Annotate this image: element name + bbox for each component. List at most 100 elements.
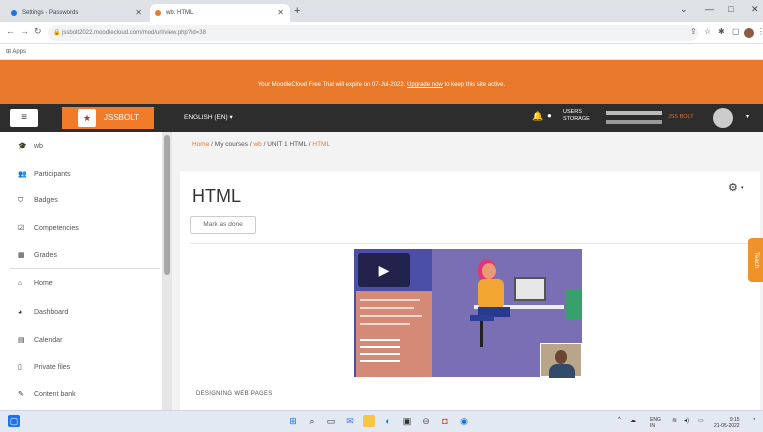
sidebar-item-participants[interactable]: 👥 Participants [18, 170, 71, 178]
star-icon[interactable]: ☆ [704, 27, 711, 36]
apps-grid-icon[interactable]: ⊞ [6, 49, 11, 55]
battery-icon[interactable]: ▭ [698, 417, 704, 424]
page-title: HTML [192, 186, 241, 206]
banner-message: Your MoodleCloud Free Trial will expire … [0, 82, 763, 88]
language-indicator[interactable]: ENG IN [650, 417, 661, 429]
wifi-icon[interactable]: ≋ [672, 417, 677, 424]
menu-dots-icon[interactable]: ⋮ [757, 27, 763, 36]
hamburger-menu-icon[interactable]: ≡ [10, 109, 38, 127]
webcam-overlay [540, 343, 582, 378]
sidebar-item-label: Home [34, 280, 53, 287]
file-explorer-icon[interactable] [363, 415, 375, 427]
sidebar-item-home[interactable]: ⌂ Home [18, 280, 53, 287]
sidebar-item-calendar[interactable]: ▤ Calendar [18, 336, 62, 344]
back-icon[interactable]: ← [6, 26, 15, 36]
users-icon: 👥 [18, 171, 27, 178]
breadcrumb-my-courses[interactable]: My courses [215, 141, 248, 148]
slide-text-line [360, 323, 410, 325]
url-field[interactable]: 🔒 jssbolt2022.moodlecloud.com/mod/url/vi… [48, 25, 698, 41]
upgrade-link[interactable]: Upgrade now [407, 82, 443, 88]
store-icon[interactable]: ▣ [401, 415, 413, 427]
desktop-icon[interactable]: ▢ [8, 415, 20, 427]
sidebar-item-content-bank[interactable]: ✎ Content bank [18, 390, 76, 398]
play-icon[interactable]: ▶ [358, 253, 410, 287]
settings-app-icon[interactable]: ⊖ [420, 415, 432, 427]
volume-icon[interactable]: ◂) [684, 417, 689, 424]
edge-browser-icon[interactable]: ◐ [382, 415, 394, 427]
clock-date: 21-05-2022 [714, 423, 740, 429]
pencil-icon: ✎ [18, 391, 24, 398]
share-icon[interactable]: ⇪ [690, 27, 697, 36]
breadcrumb-unit[interactable]: UNIT 1 HTML [267, 141, 307, 148]
window-close-icon[interactable]: ✕ [751, 4, 759, 15]
browser-tab-active[interactable]: wb: HTML ✕ [150, 4, 290, 22]
sidebar-item-label: Participants [34, 171, 71, 178]
slide-text-line [360, 307, 414, 309]
user-name[interactable]: JSS BOLT [668, 114, 694, 120]
site-logo[interactable]: ★ JSSBOLT [62, 107, 154, 129]
sidebar-item-private-files[interactable]: ▯ Private files [18, 363, 70, 371]
person-head-illustration [482, 263, 496, 279]
site-name: JSSBOLT [104, 113, 139, 122]
sidebar-item-badges[interactable]: ⛉ Badges [18, 197, 58, 205]
chevron-down-icon[interactable]: ⌄ [680, 4, 688, 15]
sidebar-item-wb[interactable]: 🎓 wb [18, 142, 43, 150]
browser-tab-settings[interactable]: Settings - Passwords ✕ [6, 4, 148, 22]
chrome-icon[interactable]: ◉ [458, 415, 470, 427]
sidebar-divider [10, 268, 160, 269]
sidebar-scrollbar-thumb[interactable] [164, 135, 170, 275]
mark-as-done-button[interactable]: Mark as done [190, 216, 256, 234]
profile-avatar[interactable] [744, 28, 754, 38]
maximize-icon[interactable]: □ [728, 4, 733, 14]
avatar[interactable] [713, 108, 733, 128]
address-bar-row: ← → ↻ 🔒 jssbolt2022.moodlecloud.com/mod/… [0, 22, 763, 44]
sidebar-item-label: Private files [34, 364, 71, 371]
gear-icon[interactable]: ⚙ [728, 181, 738, 194]
windows-start-icon[interactable]: ⊞ [287, 415, 299, 427]
clock[interactable]: 9:15 21-05-2022 [714, 417, 740, 429]
checkbox-icon: ☑ [18, 225, 25, 232]
chat-icon[interactable]: ● [547, 111, 552, 120]
sidebar-item-dashboard[interactable]: ◕ Dashboard [18, 309, 68, 316]
chair-leg-illustration [480, 321, 483, 347]
side-drawer-tab[interactable]: Teach [748, 238, 763, 282]
table-icon: ▦ [18, 252, 25, 259]
bell-icon[interactable]: 🔔 [532, 111, 543, 122]
chevron-down-icon[interactable]: ▾ [741, 185, 744, 191]
extensions-icon[interactable]: ✱ [718, 27, 725, 36]
sidebar-item-grades[interactable]: ▦ Grades [18, 251, 57, 259]
notification-icon[interactable]: ◔ [752, 417, 756, 423]
sidebar-item-label: Content bank [34, 391, 76, 398]
new-tab-icon[interactable]: + [294, 4, 300, 18]
sidepanel-icon[interactable]: ▢ [732, 27, 740, 36]
user-menu-chevron-icon[interactable]: ▾ [746, 113, 749, 120]
reload-icon[interactable]: ↻ [34, 26, 42, 37]
breadcrumb-current[interactable]: HTML [312, 141, 330, 148]
breadcrumb-separator: / [211, 141, 213, 148]
logo-image-icon: ★ [78, 109, 96, 127]
presenter-face [555, 350, 567, 364]
breadcrumb-course[interactable]: wb [253, 141, 261, 148]
breadcrumb-separator: / [263, 141, 266, 148]
slide-text-line [360, 315, 422, 317]
close-icon[interactable]: ✕ [277, 4, 284, 22]
cloud-icon[interactable]: ☁ [630, 417, 636, 424]
sidebar-item-label: wb [34, 143, 43, 150]
settings-favicon-icon [11, 10, 17, 16]
app-icon[interactable]: ◘ [439, 415, 451, 427]
search-icon[interactable]: ⌕ [306, 415, 318, 427]
breadcrumb-separator: / [249, 141, 252, 148]
close-icon[interactable]: ✕ [135, 4, 142, 22]
chat-icon[interactable]: ✉ [344, 415, 356, 427]
url-text: jssbolt2022.moodlecloud.com/mod/url/view… [62, 30, 206, 36]
language-menu[interactable]: ENGLISH (EN) ▾ [184, 113, 233, 121]
sidebar-item-competencies[interactable]: ☑ Competencies [18, 224, 79, 232]
tray-chevron-icon[interactable]: ^ [618, 417, 621, 423]
minimize-icon[interactable]: — [705, 4, 714, 14]
breadcrumb-home[interactable]: Home [192, 141, 209, 148]
bookmark-apps[interactable]: Apps [12, 49, 26, 55]
top-navbar: ≡ ★ JSSBOLT ENGLISH (EN) ▾ 🔔 ● USERS STO… [0, 104, 763, 132]
forward-icon[interactable]: → [20, 26, 29, 36]
slide-text-line [360, 353, 400, 355]
task-view-icon[interactable]: ▭ [325, 415, 337, 427]
